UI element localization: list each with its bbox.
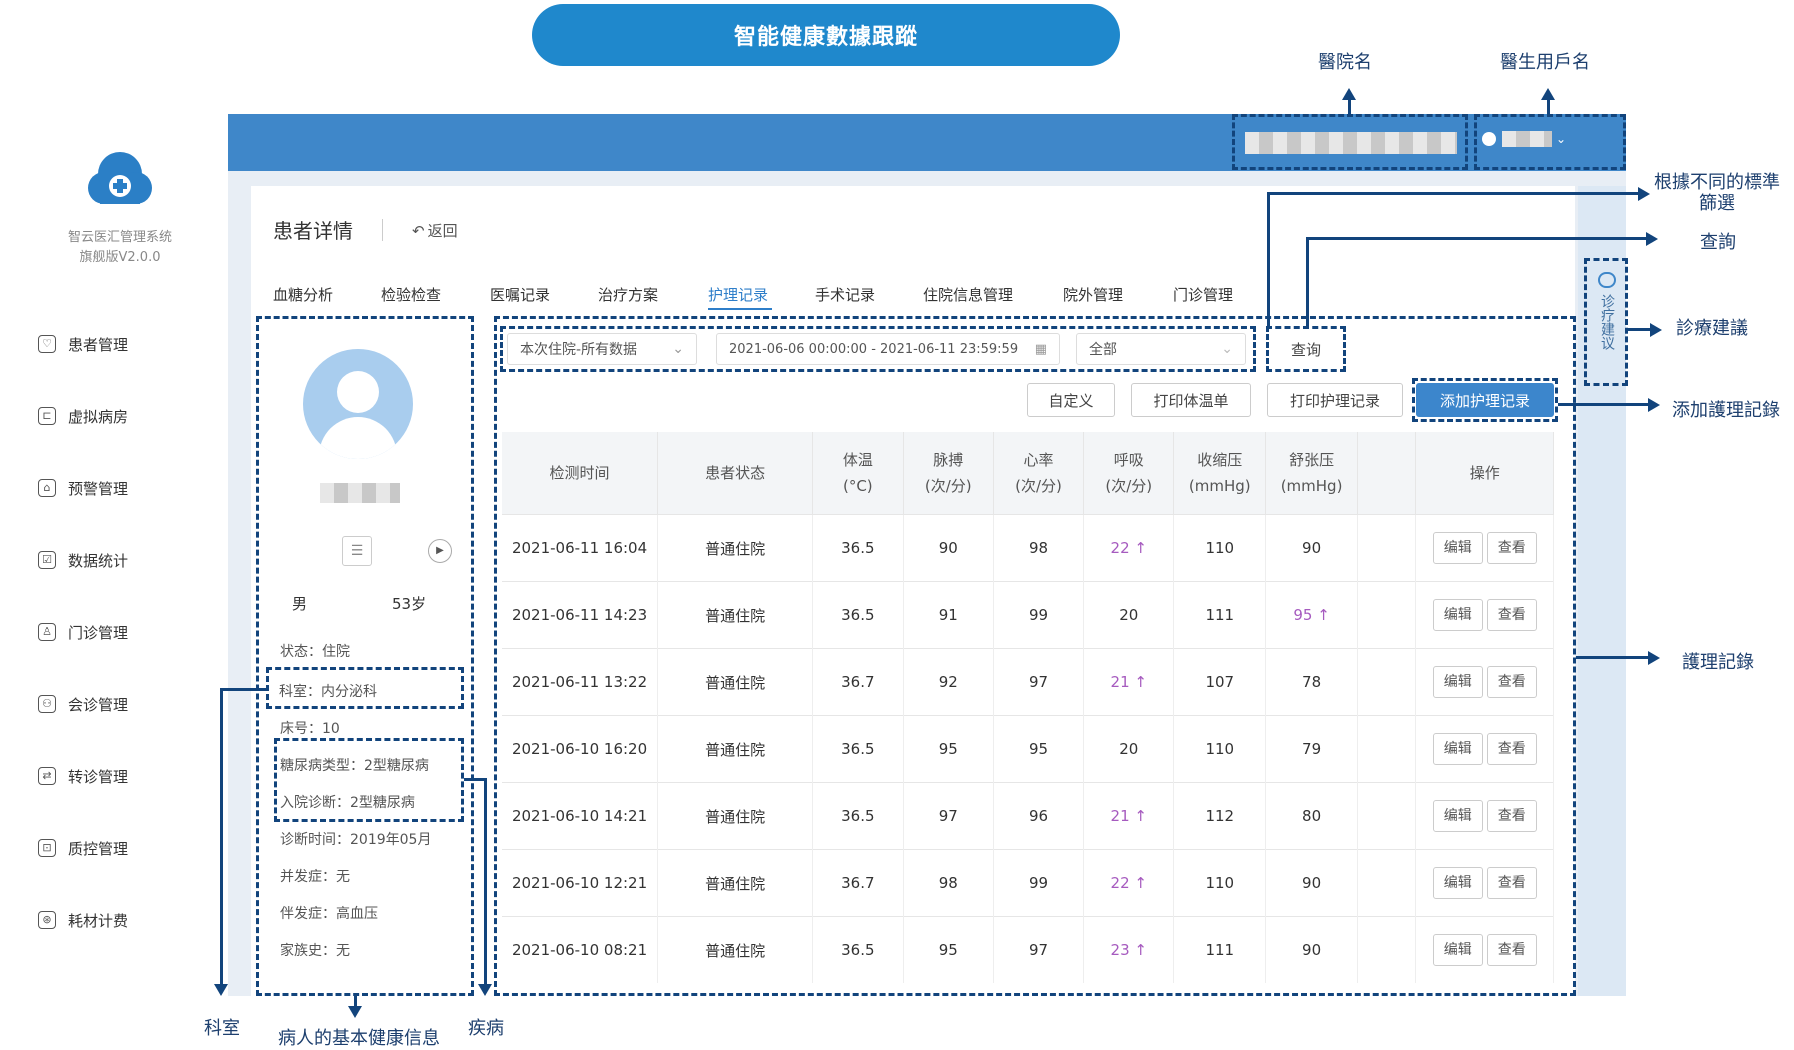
annot-arrow	[348, 1006, 362, 1018]
back-arrow-icon: ↶	[412, 221, 425, 240]
annot-line	[1547, 98, 1550, 114]
sidebar-item-label: 预警管理	[68, 479, 129, 498]
sidebar-item[interactable]: ⊛ 耗材计费	[38, 908, 128, 932]
tab[interactable]: 医嘱记录	[490, 284, 550, 305]
sidebar-item[interactable]: ♡ 患者管理	[38, 332, 128, 356]
stats-icon: ☑	[38, 551, 56, 569]
heart-icon: ♡	[38, 335, 56, 353]
annotation-doctor-user: 醫生用戶名	[1500, 52, 1590, 73]
sidebar-item-label: 患者管理	[68, 335, 129, 354]
annot-line	[220, 688, 266, 691]
sidebar-item-label: 转诊管理	[68, 767, 129, 786]
query-box	[1266, 326, 1346, 372]
system-name-text: 智云医汇管理系统	[67, 230, 172, 245]
sidebar-item-label: 耗材计费	[68, 911, 129, 930]
sidebar-item-label: 门诊管理	[68, 623, 129, 642]
annotation-hospital-name: 醫院名	[1318, 52, 1372, 73]
annotation-add-record: 添加護理記錄	[1672, 400, 1780, 421]
sidebar-item-label: 虚拟病房	[68, 407, 129, 426]
sidebar-item[interactable]: ☑ 数据统计	[38, 548, 128, 572]
patient-info-box	[256, 316, 474, 996]
billing-icon: ⊛	[38, 911, 56, 929]
filter-criteria-box	[500, 326, 1256, 372]
sidebar-item-label: 会诊管理	[68, 695, 129, 714]
add-record-box	[1412, 378, 1558, 422]
sidebar-item[interactable]: ♙ 门诊管理	[38, 620, 128, 644]
sidebar-item[interactable]: ⊏ 虚拟病房	[38, 404, 128, 428]
title-divider	[382, 219, 383, 241]
tab[interactable]: 手术记录	[815, 284, 875, 305]
cloud-logo-icon	[88, 152, 152, 204]
annot-line	[1348, 98, 1351, 114]
sidebar-item[interactable]: ⌂ 预警管理	[38, 476, 128, 500]
annot-arrow	[1648, 651, 1660, 665]
tab[interactable]: 治疗方案	[598, 284, 658, 305]
annotation-query: 查詢	[1700, 232, 1736, 253]
annotation-disease: 疾病	[468, 1018, 504, 1039]
consult-icon: ⚇	[38, 695, 56, 713]
annot-line	[1306, 237, 1309, 326]
annotation-filter-criteria: 根據不同的標準篩選	[1654, 172, 1780, 214]
annot-arrow	[1646, 232, 1658, 246]
annot-line	[354, 996, 357, 1006]
annot-line	[1267, 192, 1270, 326]
sidebar-item[interactable]: ⊡ 质控管理	[38, 836, 128, 860]
sidebar-item[interactable]: ⚇ 会诊管理	[38, 692, 128, 716]
tab[interactable]: 院外管理	[1063, 284, 1123, 305]
banner-title: 智能健康數據跟蹤	[532, 4, 1120, 66]
annot-line	[484, 778, 487, 984]
system-name: 智云医汇管理系统 旗舰版V2.0.0	[40, 228, 200, 268]
tab[interactable]: 门诊管理	[1173, 284, 1233, 305]
disease-box	[274, 738, 464, 822]
sidebar-item[interactable]: ⇄ 转诊管理	[38, 764, 128, 788]
annotation-basic-info: 病人的基本健康信息	[278, 1028, 440, 1049]
annot-line	[1306, 237, 1646, 240]
quality-icon: ⊡	[38, 839, 56, 857]
sidebar-item-label: 数据统计	[68, 551, 129, 570]
advice-box	[1584, 258, 1628, 386]
tab[interactable]: 住院信息管理	[923, 284, 1013, 305]
tab[interactable]: 检验检查	[381, 284, 441, 305]
back-link[interactable]: ↶ 返回	[412, 220, 458, 241]
annot-arrow	[1541, 88, 1555, 100]
annotation-nursing-record: 護理記錄	[1682, 652, 1754, 673]
tab[interactable]: 护理记录	[708, 284, 768, 305]
annot-arrow	[478, 984, 492, 996]
annot-arrow	[1342, 88, 1356, 100]
tab[interactable]: 血糖分析	[273, 284, 333, 305]
annotation-department: 科室	[204, 1018, 240, 1039]
outpatient-icon: ♙	[38, 623, 56, 641]
annot-line	[1576, 656, 1648, 659]
referral-icon: ⇄	[38, 767, 56, 785]
active-tab-underline	[708, 308, 772, 310]
annot-arrow	[214, 984, 228, 996]
annot-arrow	[1638, 187, 1650, 201]
back-label: 返回	[427, 222, 458, 240]
doctor-user-box	[1474, 114, 1626, 170]
logo	[80, 150, 156, 210]
department-box	[266, 667, 464, 709]
annot-line	[1267, 192, 1638, 195]
ward-icon: ⊏	[38, 407, 56, 425]
sidebar-item-label: 质控管理	[68, 839, 129, 858]
annot-line	[220, 688, 223, 984]
hospital-name-box	[1232, 114, 1468, 170]
annot-arrow	[1648, 398, 1660, 412]
annotation-advice: 診療建議	[1676, 318, 1748, 339]
annot-line	[1558, 403, 1648, 406]
annot-line	[1628, 328, 1650, 331]
page-title: 患者详情	[273, 219, 353, 243]
annot-arrow	[1650, 323, 1662, 337]
annot-line	[464, 778, 486, 781]
system-version: 旗舰版V2.0.0	[79, 250, 161, 265]
alarm-icon: ⌂	[38, 479, 56, 497]
